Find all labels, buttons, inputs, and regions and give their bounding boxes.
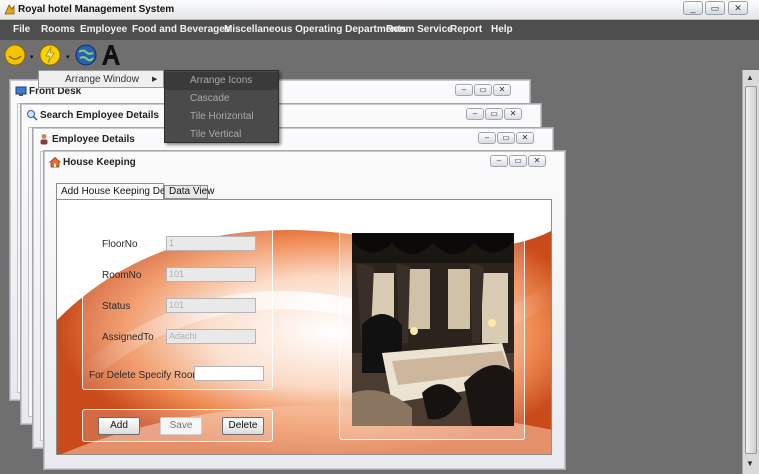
floor-no-field[interactable]: 1: [166, 236, 256, 251]
menu-item-tile-vertical[interactable]: Tile Vertical: [165, 126, 278, 144]
maximize-icon[interactable]: ▭: [474, 84, 492, 96]
menu-misc-operating-departments[interactable]: Miscellaneous Operating Departments: [224, 24, 406, 35]
font-a-icon[interactable]: [99, 43, 123, 67]
minimize-icon[interactable]: –: [466, 108, 484, 120]
chevron-down-icon[interactable]: ▾: [66, 53, 70, 61]
frame-header[interactable]: House Keeping – ▭ ✕: [45, 152, 564, 174]
chevron-down-icon[interactable]: ▾: [30, 53, 34, 61]
hotel-room-photo: [352, 233, 514, 426]
maximize-icon[interactable]: ▭: [509, 155, 527, 167]
assigned-to-label: AssignedTo: [102, 332, 154, 343]
assigned-to-field[interactable]: Adachi: [166, 329, 256, 344]
house-icon: [49, 157, 61, 168]
add-button[interactable]: Add: [98, 417, 140, 435]
scroll-up-icon[interactable]: ▲: [746, 73, 754, 82]
close-icon[interactable]: ✕: [516, 132, 534, 144]
toolbar: ▾ ▾: [0, 40, 759, 70]
window-menu: Arrange Window ▶: [38, 70, 164, 88]
minimize-icon[interactable]: –: [478, 132, 496, 144]
menu-rooms[interactable]: Rooms: [41, 24, 75, 35]
scroll-thumb[interactable]: [745, 86, 757, 454]
delete-button[interactable]: Delete: [222, 417, 264, 435]
arrange-window-submenu: Arrange Icons Cascade Tile Horizontal Ti…: [164, 70, 279, 143]
minimize-icon[interactable]: –: [455, 84, 473, 96]
delete-room-no-field[interactable]: [194, 366, 264, 381]
menu-item-arrange-icons[interactable]: Arrange Icons: [165, 72, 278, 90]
sun-icon[interactable]: [3, 43, 27, 67]
monitor-icon: [15, 86, 27, 96]
maximize-button[interactable]: ▭: [705, 1, 725, 15]
globe-icon[interactable]: [74, 43, 98, 67]
minimize-button[interactable]: _: [683, 1, 703, 15]
menu-file[interactable]: File: [13, 24, 30, 35]
tab-data-view[interactable]: Data View: [164, 185, 214, 199]
app-icon: [4, 4, 15, 15]
window-title: Royal hotel Management System: [18, 4, 175, 15]
room-no-field[interactable]: 101: [166, 267, 256, 282]
tab-add-house-keeping-details[interactable]: Add House Keeping Details: [56, 183, 183, 200]
magnifier-icon: [27, 110, 38, 121]
maximize-icon[interactable]: ▭: [485, 108, 503, 120]
close-icon[interactable]: ✕: [493, 84, 511, 96]
frame-header[interactable]: Employee Details – ▭ ✕: [34, 129, 552, 151]
menu-item-cascade[interactable]: Cascade: [165, 90, 278, 108]
status-label: Status: [102, 301, 131, 312]
menu-food-and-beverages[interactable]: Food and Beverages: [132, 24, 230, 35]
minimize-icon[interactable]: –: [490, 155, 508, 167]
close-icon[interactable]: ✕: [528, 155, 546, 167]
menu-room-service[interactable]: Room Service: [386, 24, 453, 35]
floor-no-label: FloorNo: [102, 239, 138, 250]
menu-help[interactable]: Help: [491, 24, 513, 35]
vertical-scrollbar[interactable]: ▲ ▼: [742, 70, 759, 474]
menu-item-arrange-window[interactable]: Arrange Window: [65, 74, 139, 85]
menu-item-tile-horizontal[interactable]: Tile Horizontal: [165, 108, 278, 126]
maximize-icon[interactable]: ▭: [497, 132, 515, 144]
lightning-icon[interactable]: [38, 43, 62, 67]
status-field[interactable]: 101: [166, 298, 256, 313]
menu-bar: File Rooms Employee Food and Beverages M…: [0, 20, 759, 40]
scroll-down-icon[interactable]: ▼: [746, 459, 754, 468]
frame-header[interactable]: Search Employee Details – ▭ ✕: [22, 105, 540, 127]
menu-employee[interactable]: Employee: [80, 24, 127, 35]
frame-title: House Keeping: [63, 157, 136, 168]
close-icon[interactable]: ✕: [504, 108, 522, 120]
room-no-label: RoomNo: [102, 270, 142, 281]
title-bar: Royal hotel Management System _ ▭ ✕: [0, 0, 759, 20]
menu-report[interactable]: Report: [450, 24, 482, 35]
submenu-arrow-icon: ▶: [152, 76, 158, 83]
save-button[interactable]: Save: [160, 417, 202, 435]
person-icon: [40, 134, 48, 145]
close-button[interactable]: ✕: [728, 1, 748, 15]
frame-title: Employee Details: [52, 134, 135, 145]
frame-title: Search Employee Details: [40, 110, 159, 121]
